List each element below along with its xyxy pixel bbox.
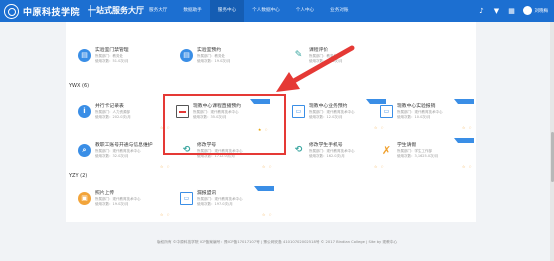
page-footer: 版权所有 ©中原科技学院 ICP备案编号：豫ICP备17017107号 | 豫公… <box>156 240 398 244</box>
scrollbar[interactable] <box>550 22 554 261</box>
annotation-arrow <box>276 45 355 92</box>
scroll-thumb[interactable] <box>550 132 554 182</box>
arrow-shaft <box>289 45 355 85</box>
